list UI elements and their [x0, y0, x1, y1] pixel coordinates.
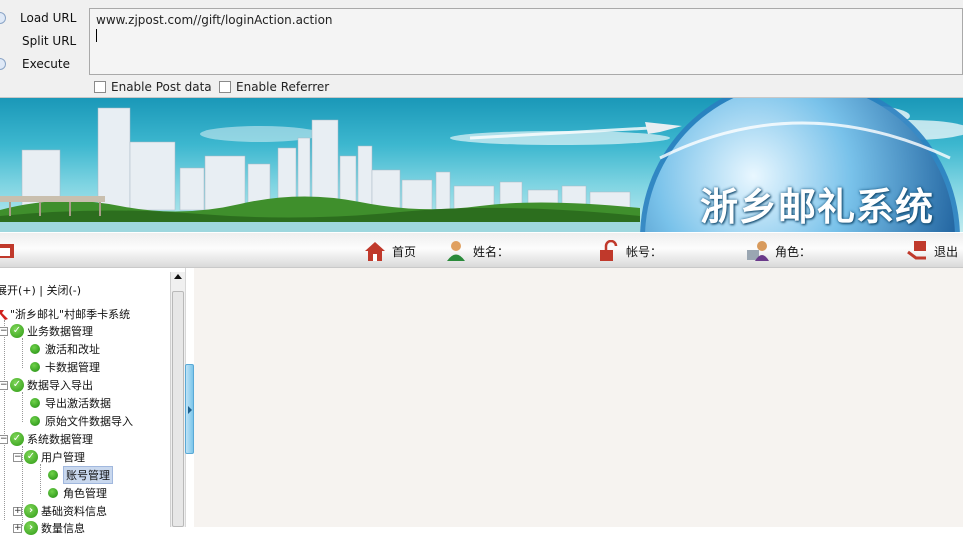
url-textarea[interactable]: www.zjpost.com//gift/loginAction.action — [89, 8, 963, 75]
calendar-icon — [0, 244, 14, 258]
tree-leaf-label-selected: 账号管理 — [63, 466, 113, 484]
nav-account: 帐号： — [598, 239, 662, 263]
nav-role: 角色： — [747, 239, 811, 263]
expand-toggle[interactable]: + — [13, 506, 22, 516]
tree-leaf-label: 激活和改址 — [45, 343, 100, 356]
role-label: 角色： — [775, 244, 812, 259]
name-label: 姓名： — [473, 244, 510, 259]
tree-node-user-mgmt[interactable]: − ✓ 用户管理 — [13, 449, 85, 465]
green-check-icon: ✓ — [10, 324, 24, 338]
sidebar-tree: 展开(+) | 关闭(-) "浙乡邮礼"村邮季卡系统 − ✓ 业务数据管理 激活… — [0, 268, 171, 535]
home-icon — [365, 242, 385, 261]
main-content-area — [194, 268, 963, 527]
tree-root-label: "浙乡邮礼"村邮季卡系统 — [10, 308, 131, 321]
green-arrow-icon: › — [24, 504, 38, 518]
green-check-icon: ✓ — [24, 450, 38, 464]
collapse-toggle[interactable]: − — [0, 380, 8, 390]
role-user-icon — [747, 241, 769, 261]
checkbox-box[interactable] — [219, 81, 231, 93]
top-navbar: 首页 姓名： 帐号： 角色： 退出 — [0, 232, 963, 268]
tree-node-label: 系统数据管理 — [27, 433, 93, 446]
tree-leaf-label: 导出激活数据 — [45, 397, 111, 410]
sidebar-collapse-handle[interactable] — [185, 364, 194, 454]
chevron-right-icon — [188, 406, 192, 414]
home-label: 首页 — [392, 244, 417, 259]
expand-toggle[interactable]: + — [13, 523, 22, 533]
execute-button[interactable]: Execute — [0, 53, 85, 75]
tree-leaf-role-mgmt[interactable]: 角色管理 — [48, 485, 107, 501]
tree-leaf-account-mgmt[interactable]: 账号管理 — [48, 466, 113, 484]
tree-root[interactable]: "浙乡邮礼"村邮季卡系统 — [0, 306, 130, 322]
tree-node-system[interactable]: − ✓ 系统数据管理 — [0, 431, 93, 447]
root-arrow-icon — [0, 310, 8, 320]
expand-collapse-label: 展开(+) | 关闭(-) — [0, 284, 82, 297]
account-label: 帐号： — [626, 244, 663, 259]
lock-icon — [600, 240, 618, 261]
scroll-up-arrow-icon[interactable] — [174, 274, 182, 279]
load-url-icon — [0, 12, 6, 24]
green-check-icon: ✓ — [10, 432, 24, 446]
tree-scrollbar[interactable] — [170, 272, 185, 527]
checkbox-box[interactable] — [94, 81, 106, 93]
text-caret — [96, 29, 97, 42]
hackbar-panel: Load URL Split URL Execute www.zjpost.co… — [0, 0, 963, 98]
logout-label: 退出 — [934, 244, 959, 259]
green-dot-icon — [30, 398, 40, 408]
logout-icon — [907, 241, 926, 260]
tree-leaf-activation[interactable]: 激活和改址 — [30, 341, 100, 357]
enable-referrer-checkbox[interactable]: Enable Referrer — [219, 80, 329, 94]
tree-node-business[interactable]: − ✓ 业务数据管理 — [0, 323, 93, 339]
tree-node-import-export[interactable]: − ✓ 数据导入导出 — [0, 377, 93, 393]
enable-referrer-label: Enable Referrer — [236, 80, 330, 94]
banner-title: 浙乡邮礼系统 — [700, 185, 935, 229]
tree-node-label: 基础资料信息 — [41, 505, 107, 518]
collapse-toggle[interactable]: − — [0, 434, 8, 444]
tree-leaf-export-activation[interactable]: 导出激活数据 — [30, 395, 111, 411]
expand-collapse-toggle[interactable]: 展开(+) | 关闭(-) — [0, 282, 81, 298]
collapse-toggle[interactable]: − — [13, 452, 22, 462]
tree-node-label: 数量信息 — [41, 522, 85, 535]
tree-node-basic-info[interactable]: + › 基础资料信息 — [13, 503, 107, 519]
tree-node-label: 业务数据管理 — [27, 325, 93, 338]
green-dot-icon — [48, 470, 58, 480]
enable-post-checkbox[interactable]: Enable Post data — [94, 80, 212, 94]
url-text: www.zjpost.com//gift/loginAction.action — [96, 13, 333, 27]
green-check-icon: ✓ — [10, 378, 24, 392]
scrollbar-thumb[interactable] — [172, 291, 184, 527]
tree-node-quantity[interactable]: + › 数量信息 — [13, 520, 85, 536]
tree-leaf-card-data[interactable]: 卡数据管理 — [30, 359, 100, 375]
tree-node-label: 数据导入导出 — [27, 379, 93, 392]
green-arrow-icon: › — [24, 521, 38, 535]
green-dot-icon — [30, 344, 40, 354]
nav-logout[interactable]: 退出 — [906, 239, 958, 263]
tree-leaf-file-import[interactable]: 原始文件数据导入 — [30, 413, 133, 429]
enable-post-label: Enable Post data — [111, 80, 212, 94]
nav-home[interactable]: 首页 — [364, 239, 416, 263]
green-dot-icon — [30, 362, 40, 372]
collapse-toggle[interactable]: − — [0, 326, 8, 336]
tree-leaf-label: 角色管理 — [63, 487, 107, 500]
load-url-button[interactable]: Load URL — [0, 7, 85, 29]
green-dot-icon — [30, 416, 40, 426]
nav-name: 姓名： — [445, 239, 509, 263]
nav-left-icon[interactable] — [0, 239, 18, 263]
tree-leaf-label: 原始文件数据导入 — [45, 415, 133, 428]
header-banner: 浙乡邮礼系统 — [0, 98, 963, 232]
green-dot-icon — [48, 488, 58, 498]
user-icon — [447, 241, 465, 261]
split-url-button[interactable]: Split URL — [0, 30, 85, 52]
tree-node-label: 用户管理 — [41, 451, 85, 464]
execute-icon — [0, 58, 6, 70]
tree-leaf-label: 卡数据管理 — [45, 361, 100, 374]
